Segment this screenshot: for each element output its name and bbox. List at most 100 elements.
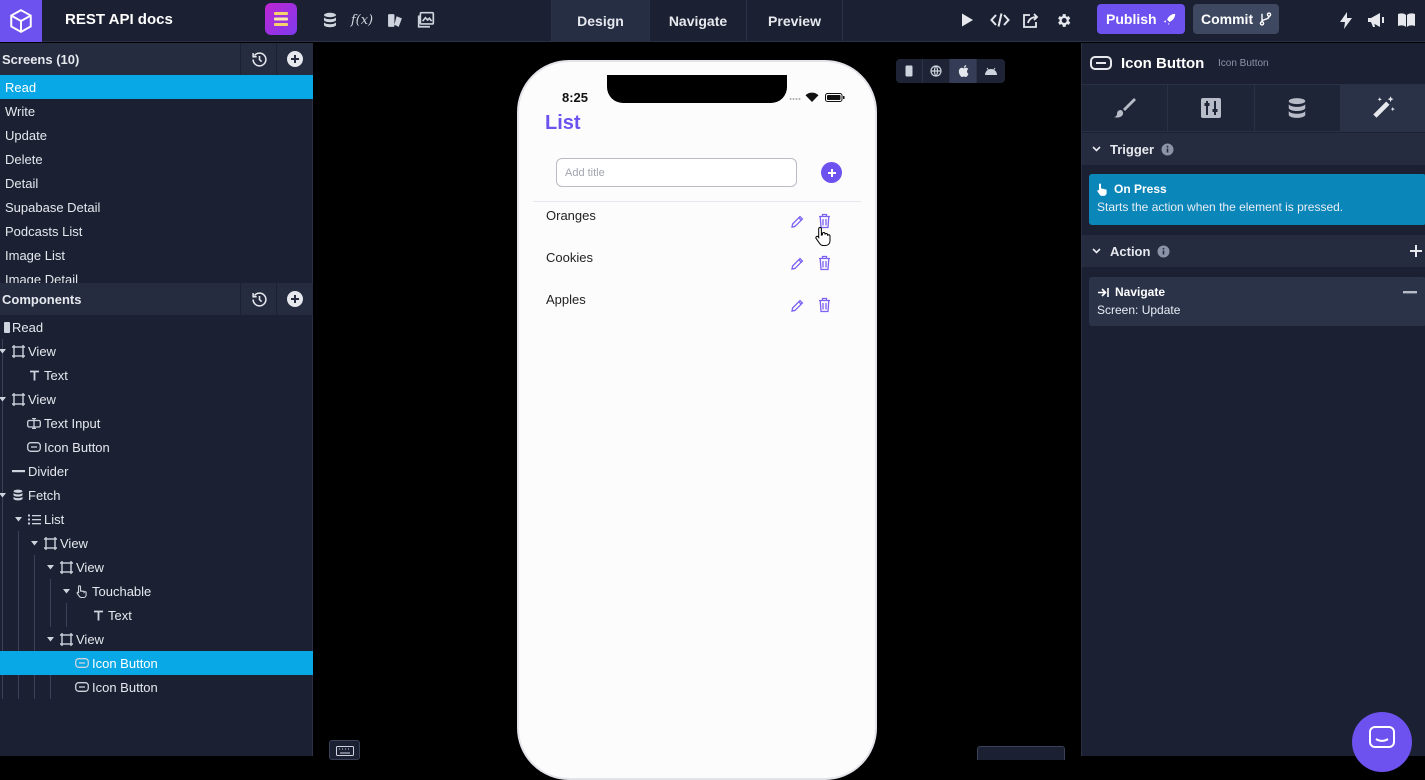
tree-node[interactable]: Read xyxy=(0,315,313,339)
assets-icon[interactable] xyxy=(385,10,405,30)
design-canvas[interactable]: 8:25 List Add title Oranges Cookies Apples xyxy=(314,43,1081,780)
add-item-button[interactable] xyxy=(821,162,842,183)
screen-item[interactable]: Delete xyxy=(0,147,313,171)
tree-node[interactable]: Text xyxy=(0,363,313,387)
tree-node[interactable]: Touchable xyxy=(0,579,313,603)
on-press-trigger-card[interactable]: On Press Starts the action when the elem… xyxy=(1089,174,1425,225)
view-icon xyxy=(43,536,57,550)
brush-icon xyxy=(1113,98,1136,118)
mode-tabs: Design Navigate Preview xyxy=(551,0,843,42)
signal-icon xyxy=(789,98,801,100)
tree-node[interactable]: Icon Button xyxy=(0,651,313,675)
project-icon[interactable] xyxy=(265,3,297,35)
database-icon[interactable] xyxy=(320,10,340,30)
screen-item[interactable]: Read xyxy=(0,75,313,99)
caret-down-icon[interactable] xyxy=(30,539,38,547)
platform-android-button[interactable] xyxy=(977,59,1004,83)
screen-item[interactable]: Write xyxy=(0,99,313,123)
tab-interactions[interactable] xyxy=(1340,85,1425,131)
caret-down-icon[interactable] xyxy=(0,395,6,403)
delete-trash-icon[interactable] xyxy=(816,297,832,313)
chat-icon xyxy=(1369,726,1395,748)
function-icon[interactable]: f(x) xyxy=(350,10,374,30)
platform-web-button[interactable] xyxy=(923,59,950,83)
list-item-text[interactable]: Apples xyxy=(546,292,586,307)
zoom-control[interactable] xyxy=(977,746,1065,760)
tab-config[interactable] xyxy=(1168,85,1255,131)
caret-down-icon[interactable] xyxy=(46,635,54,643)
settings-gear-icon[interactable] xyxy=(1053,10,1073,30)
play-icon[interactable] xyxy=(957,10,977,30)
edit-pencil-icon[interactable] xyxy=(789,298,805,314)
share-icon[interactable] xyxy=(1021,10,1041,30)
tree-node[interactable]: Text Input xyxy=(0,411,313,435)
tree-node[interactable]: View xyxy=(0,531,313,555)
tree-node[interactable]: View xyxy=(0,339,313,363)
tree-node[interactable]: View xyxy=(0,627,313,651)
screen-item[interactable]: Podcasts List xyxy=(0,219,313,243)
trigger-section-header[interactable]: Trigger xyxy=(1082,133,1425,165)
tree-node[interactable]: Fetch xyxy=(0,483,313,507)
tab-design[interactable]: Design xyxy=(551,0,649,42)
tree-node[interactable]: List xyxy=(0,507,313,531)
media-icon[interactable] xyxy=(416,10,436,30)
tree-node-label: Fetch xyxy=(28,487,61,503)
components-history-button[interactable] xyxy=(240,283,277,315)
caret-down-icon[interactable] xyxy=(14,515,22,523)
tree-node[interactable]: View xyxy=(0,555,313,579)
screen-item[interactable]: Image List xyxy=(0,243,313,267)
apple-icon xyxy=(958,65,968,77)
tree-node[interactable]: Icon Button xyxy=(0,435,313,459)
inspector-subtitle: Icon Button xyxy=(1218,58,1269,69)
list-item-text[interactable]: Oranges xyxy=(546,208,596,223)
tab-style[interactable] xyxy=(1082,85,1169,131)
tree-node[interactable]: Icon Button xyxy=(0,675,313,699)
phone-icon xyxy=(905,65,913,77)
megaphone-icon[interactable] xyxy=(1366,10,1386,30)
publish-button[interactable]: Publish xyxy=(1097,4,1185,34)
caret-down-icon[interactable] xyxy=(46,563,54,571)
database-icon xyxy=(1288,98,1306,118)
add-screen-button[interactable] xyxy=(276,43,313,75)
add-component-button[interactable] xyxy=(276,283,313,315)
tree-node-label: View xyxy=(28,391,56,407)
history-button[interactable] xyxy=(240,43,277,75)
code-icon[interactable] xyxy=(989,10,1011,30)
magic-wand-icon xyxy=(1373,96,1396,118)
project-title[interactable]: REST API docs xyxy=(65,11,173,28)
docs-book-icon[interactable] xyxy=(1396,10,1416,30)
screen-item[interactable]: Update xyxy=(0,123,313,147)
platform-device-button[interactable] xyxy=(896,59,923,83)
tab-navigate[interactable]: Navigate xyxy=(649,0,746,42)
caret-down-icon[interactable] xyxy=(0,491,6,499)
cube-icon xyxy=(10,9,32,33)
remove-action-minus-icon[interactable] xyxy=(1403,291,1417,294)
view-icon xyxy=(11,392,25,406)
edit-pencil-icon[interactable] xyxy=(789,214,805,230)
keyboard-icon[interactable] xyxy=(329,740,360,760)
history-icon xyxy=(251,51,267,67)
caret-down-icon[interactable] xyxy=(0,347,6,355)
app-logo[interactable] xyxy=(0,0,42,42)
delete-trash-icon[interactable] xyxy=(816,255,832,271)
caret-down-icon[interactable] xyxy=(62,587,70,595)
commit-button[interactable]: Commit xyxy=(1193,4,1279,34)
tab-preview[interactable]: Preview xyxy=(746,0,843,42)
screen-item[interactable]: Detail xyxy=(0,171,313,195)
list-item-text[interactable]: Cookies xyxy=(546,250,593,265)
tree-node[interactable]: Divider xyxy=(0,459,313,483)
add-action-plus-icon[interactable] xyxy=(1410,245,1422,257)
tab-data[interactable] xyxy=(1254,85,1341,131)
navigate-action-card[interactable]: Navigate Screen: Update xyxy=(1089,277,1425,326)
tree-node[interactable]: Text xyxy=(0,603,313,627)
screen-item[interactable]: Supabase Detail xyxy=(0,195,313,219)
edit-pencil-icon[interactable] xyxy=(789,256,805,272)
support-chat-button[interactable] xyxy=(1352,712,1412,772)
tree-node[interactable]: View xyxy=(0,387,313,411)
platform-ios-button[interactable] xyxy=(950,59,977,83)
add-title-input[interactable]: Add title xyxy=(556,158,797,187)
screens-title: Screens (10) xyxy=(2,51,80,67)
trigger-card-title: On Press xyxy=(1114,182,1167,196)
action-section-header[interactable]: Action xyxy=(1082,235,1425,267)
lightning-icon[interactable] xyxy=(1336,10,1356,30)
